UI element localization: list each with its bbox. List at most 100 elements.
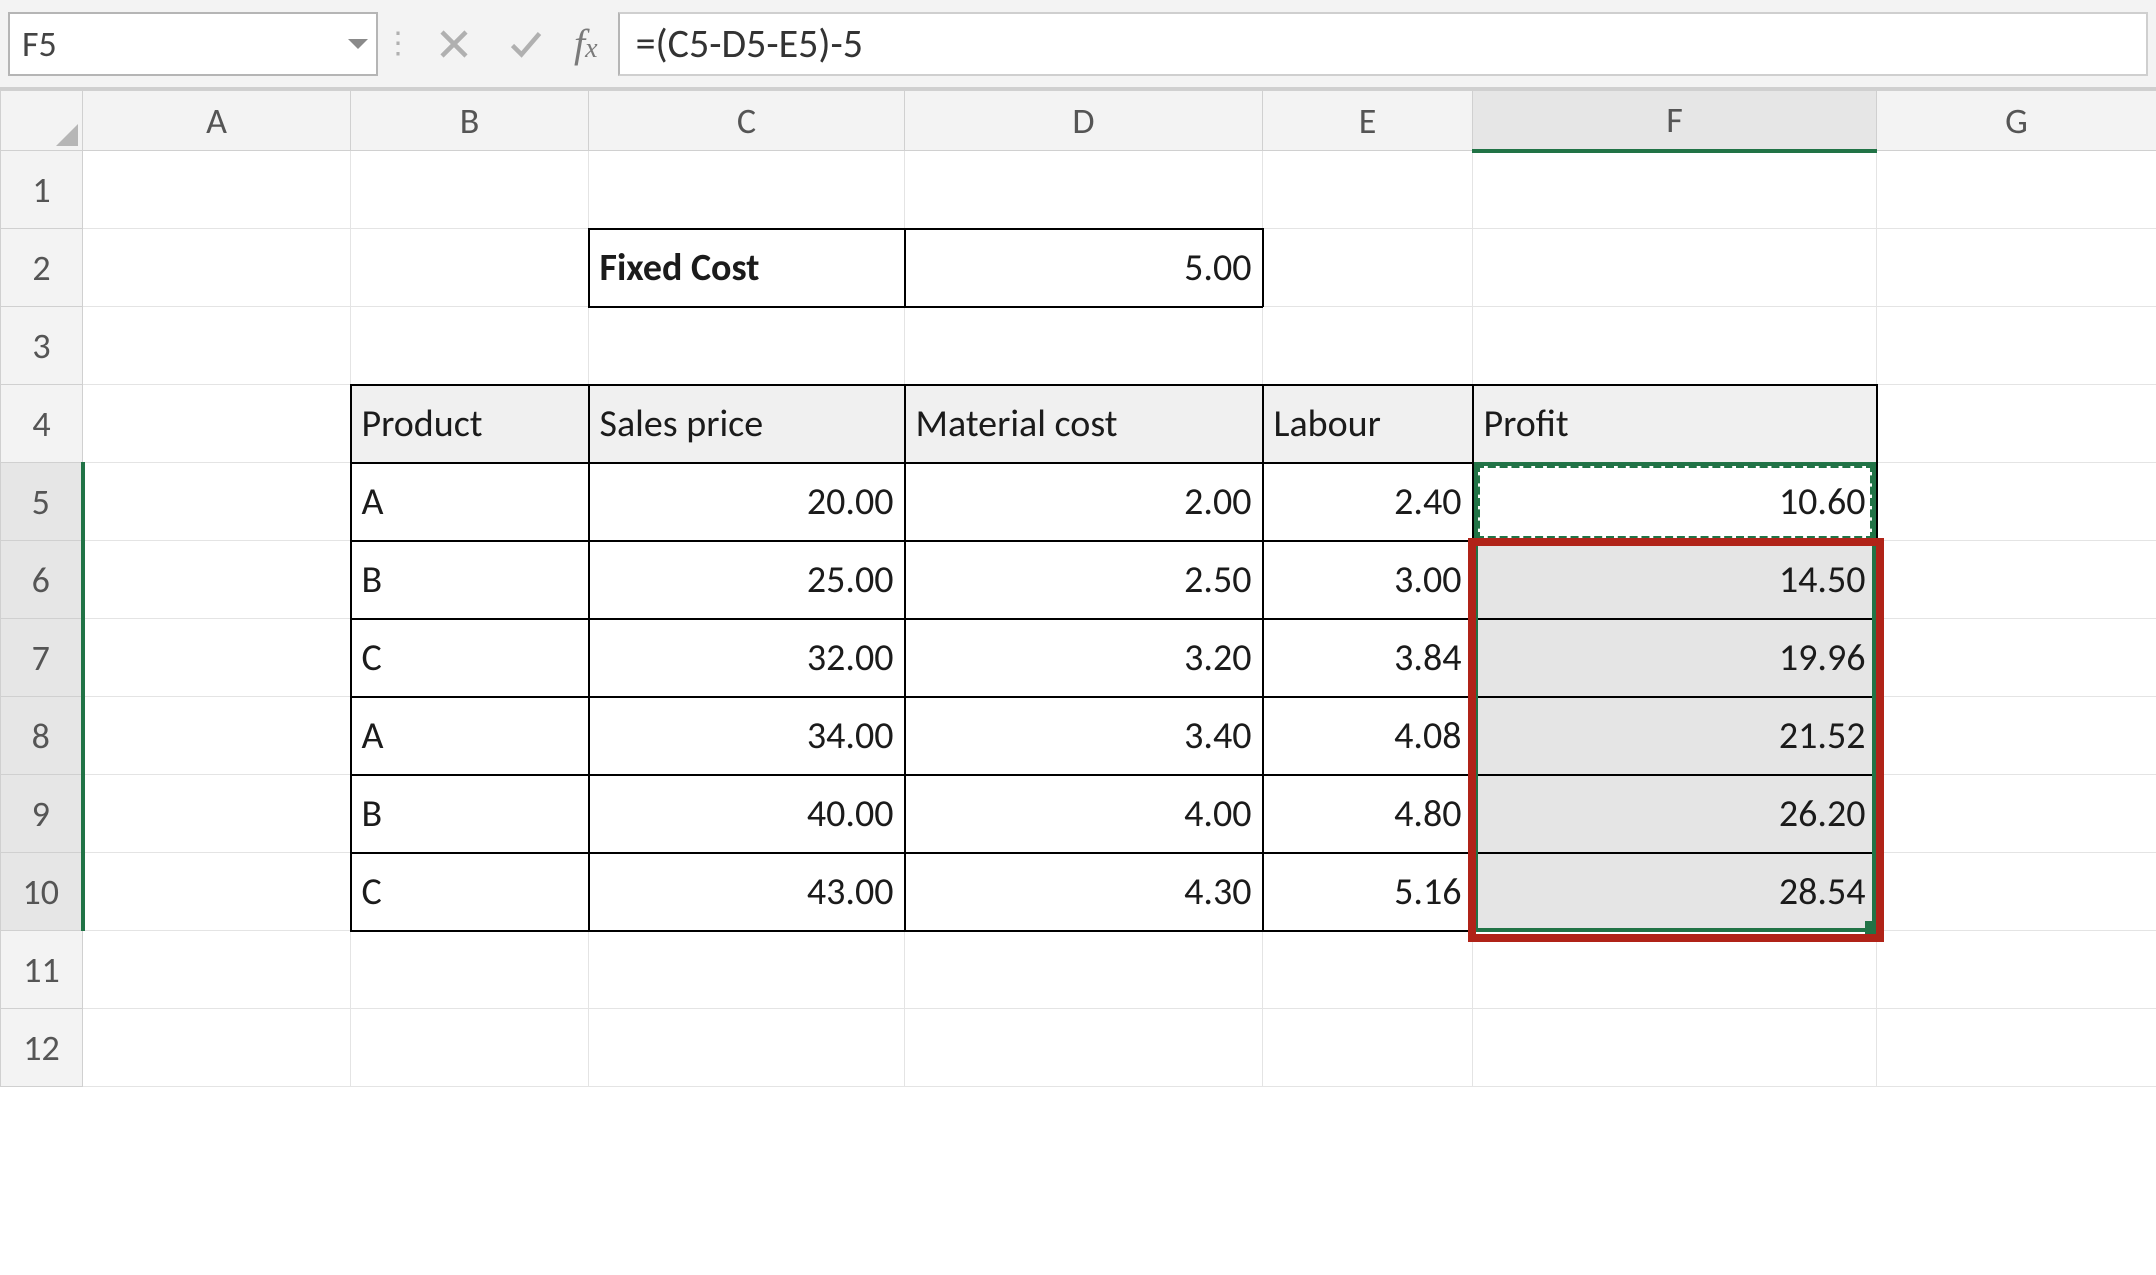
cell-C5[interactable]: 20.00 [589, 463, 905, 541]
row-header-3[interactable]: 3 [1, 307, 83, 385]
cell-D12[interactable] [905, 1009, 1263, 1087]
cell-D7[interactable]: 3.20 [905, 619, 1263, 697]
cell-E8[interactable]: 4.08 [1263, 697, 1473, 775]
cell-A3[interactable] [83, 307, 351, 385]
cell-B6[interactable]: B [351, 541, 589, 619]
cell-C7[interactable]: 32.00 [589, 619, 905, 697]
select-all-corner[interactable] [1, 91, 83, 151]
row-header-6[interactable]: 6 [1, 541, 83, 619]
cell-D5[interactable]: 2.00 [905, 463, 1263, 541]
cell-C4[interactable]: Sales price [589, 385, 905, 463]
cell-A11[interactable] [83, 931, 351, 1009]
cell-B11[interactable] [351, 931, 589, 1009]
cell-B4[interactable]: Product [351, 385, 589, 463]
col-header-B[interactable]: B [351, 91, 589, 151]
col-header-E[interactable]: E [1263, 91, 1473, 151]
cell-G2[interactable] [1877, 229, 2156, 307]
row-header-2[interactable]: 2 [1, 229, 83, 307]
cell-G5[interactable] [1877, 463, 2156, 541]
cell-E11[interactable] [1263, 931, 1473, 1009]
cell-F3[interactable] [1473, 307, 1877, 385]
row-header-7[interactable]: 7 [1, 619, 83, 697]
cell-B7[interactable]: C [351, 619, 589, 697]
col-header-G[interactable]: G [1877, 91, 2156, 151]
cell-D3[interactable] [905, 307, 1263, 385]
cell-G9[interactable] [1877, 775, 2156, 853]
cell-E7[interactable]: 3.84 [1263, 619, 1473, 697]
cell-A6[interactable] [83, 541, 351, 619]
cell-F5[interactable]: 10.60 [1473, 463, 1877, 541]
col-header-D[interactable]: D [905, 91, 1263, 151]
cell-G4[interactable] [1877, 385, 2156, 463]
cell-D10[interactable]: 4.30 [905, 853, 1263, 931]
cell-D9[interactable]: 4.00 [905, 775, 1263, 853]
cell-C12[interactable] [589, 1009, 905, 1087]
cell-A2[interactable] [83, 229, 351, 307]
col-header-F[interactable]: F [1473, 91, 1877, 151]
cell-F11[interactable] [1473, 931, 1877, 1009]
row-header-12[interactable]: 12 [1, 1009, 83, 1087]
cell-F6[interactable]: 14.50 [1473, 541, 1877, 619]
row-header-11[interactable]: 11 [1, 931, 83, 1009]
cell-D11[interactable] [905, 931, 1263, 1009]
cell-B2[interactable] [351, 229, 589, 307]
cell-C6[interactable]: 25.00 [589, 541, 905, 619]
cell-G7[interactable] [1877, 619, 2156, 697]
cell-B3[interactable] [351, 307, 589, 385]
accept-formula-button[interactable] [490, 12, 562, 76]
cell-D2[interactable]: 5.00 [905, 229, 1263, 307]
spreadsheet-grid[interactable]: A B C D E F G 1 2 Fixed Cost 5.00 3 [0, 90, 2156, 1087]
cell-E9[interactable]: 4.80 [1263, 775, 1473, 853]
cell-A10[interactable] [83, 853, 351, 931]
cell-F7[interactable]: 19.96 [1473, 619, 1877, 697]
cell-C3[interactable] [589, 307, 905, 385]
row-header-5[interactable]: 5 [1, 463, 83, 541]
cell-B1[interactable] [351, 151, 589, 229]
cell-F2[interactable] [1473, 229, 1877, 307]
cell-G12[interactable] [1877, 1009, 2156, 1087]
name-box[interactable]: F5 [8, 12, 378, 76]
cell-E6[interactable]: 3.00 [1263, 541, 1473, 619]
col-header-A[interactable]: A [83, 91, 351, 151]
cell-E5[interactable]: 2.40 [1263, 463, 1473, 541]
cell-D8[interactable]: 3.40 [905, 697, 1263, 775]
cell-G10[interactable] [1877, 853, 2156, 931]
cell-G1[interactable] [1877, 151, 2156, 229]
cell-F10[interactable]: 28.54 [1473, 853, 1877, 931]
cell-B12[interactable] [351, 1009, 589, 1087]
row-header-9[interactable]: 9 [1, 775, 83, 853]
cell-A8[interactable] [83, 697, 351, 775]
row-header-10[interactable]: 10 [1, 853, 83, 931]
cell-G8[interactable] [1877, 697, 2156, 775]
cell-F4[interactable]: Profit [1473, 385, 1877, 463]
cell-C10[interactable]: 43.00 [589, 853, 905, 931]
cell-F1[interactable] [1473, 151, 1877, 229]
cell-E10[interactable]: 5.16 [1263, 853, 1473, 931]
cell-D6[interactable]: 2.50 [905, 541, 1263, 619]
cell-C1[interactable] [589, 151, 905, 229]
cell-B9[interactable]: B [351, 775, 589, 853]
col-header-C[interactable]: C [589, 91, 905, 151]
cell-A4[interactable] [83, 385, 351, 463]
cell-E2[interactable] [1263, 229, 1473, 307]
cell-F12[interactable] [1473, 1009, 1877, 1087]
row-header-8[interactable]: 8 [1, 697, 83, 775]
cell-A1[interactable] [83, 151, 351, 229]
row-header-1[interactable]: 1 [1, 151, 83, 229]
cell-D1[interactable] [905, 151, 1263, 229]
cell-A7[interactable] [83, 619, 351, 697]
cell-A5[interactable] [83, 463, 351, 541]
cell-B5[interactable]: A [351, 463, 589, 541]
cell-F8[interactable]: 21.52 [1473, 697, 1877, 775]
cell-G11[interactable] [1877, 931, 2156, 1009]
row-header-4[interactable]: 4 [1, 385, 83, 463]
cell-C2[interactable]: Fixed Cost [589, 229, 905, 307]
cell-G6[interactable] [1877, 541, 2156, 619]
cell-E3[interactable] [1263, 307, 1473, 385]
cell-D4[interactable]: Material cost [905, 385, 1263, 463]
cell-C9[interactable]: 40.00 [589, 775, 905, 853]
cell-F9[interactable]: 26.20 [1473, 775, 1877, 853]
cell-C8[interactable]: 34.00 [589, 697, 905, 775]
cell-E12[interactable] [1263, 1009, 1473, 1087]
cell-A9[interactable] [83, 775, 351, 853]
